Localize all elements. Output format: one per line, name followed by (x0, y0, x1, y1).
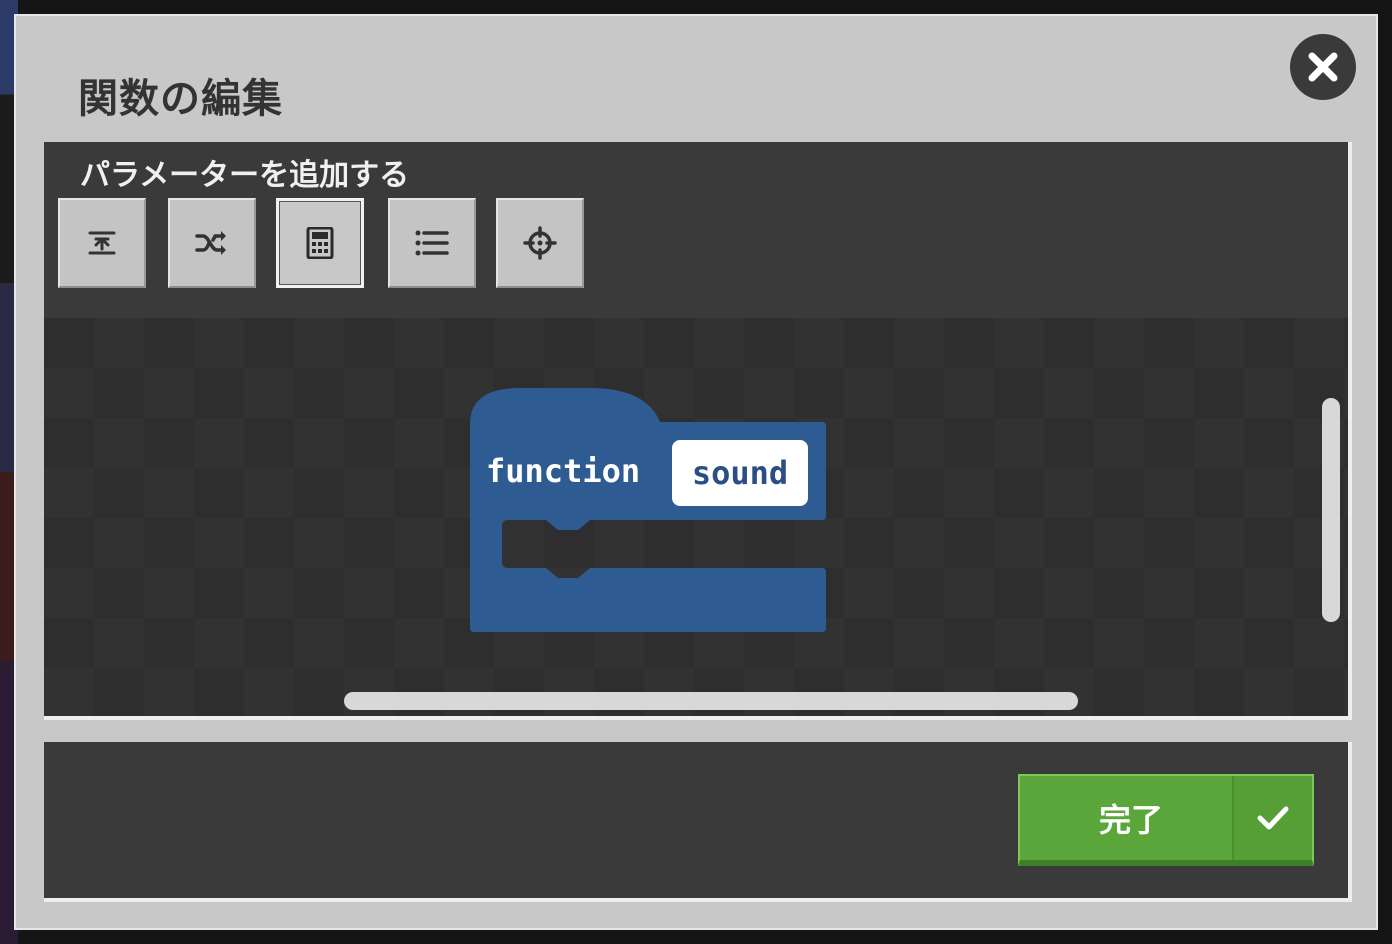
check-icon (1257, 806, 1289, 830)
text-icon (88, 231, 116, 255)
add-parameter-label: パラメーターを追加する (80, 158, 410, 193)
function-keyword: function (486, 452, 641, 490)
add-array-parameter-button[interactable] (388, 198, 476, 288)
edit-function-dialog: 関数の編集 パラメーターを追加する function sound 完了 (14, 14, 1378, 930)
workspace-vertical-scrollbar[interactable] (1322, 398, 1340, 622)
list-icon (415, 230, 449, 256)
check-icon-container (1232, 776, 1312, 860)
add-number-parameter-button[interactable] (276, 198, 364, 288)
done-button-label: 完了 (1098, 801, 1163, 839)
close-button[interactable] (1290, 34, 1356, 100)
dialog-title: 関数の編集 (78, 76, 283, 122)
function-name-field[interactable]: sound (672, 440, 808, 506)
add-boolean-parameter-button[interactable] (168, 198, 256, 288)
crosshair-icon (523, 226, 557, 260)
dialog-footer: 完了 (44, 742, 1352, 902)
done-button[interactable]: 完了 (1018, 774, 1314, 866)
function-editor-panel: パラメーターを追加する function sound (44, 142, 1352, 720)
shuffle-icon (195, 231, 226, 255)
add-text-parameter-button[interactable] (58, 198, 146, 288)
block-workspace[interactable]: function sound (44, 318, 1348, 716)
function-definition-block[interactable] (470, 388, 826, 636)
function-block-shape (470, 388, 826, 632)
close-icon (1308, 52, 1338, 82)
calculator-icon (306, 227, 334, 259)
add-sprite-parameter-button[interactable] (496, 198, 584, 288)
workspace-horizontal-scrollbar[interactable] (344, 692, 1078, 710)
